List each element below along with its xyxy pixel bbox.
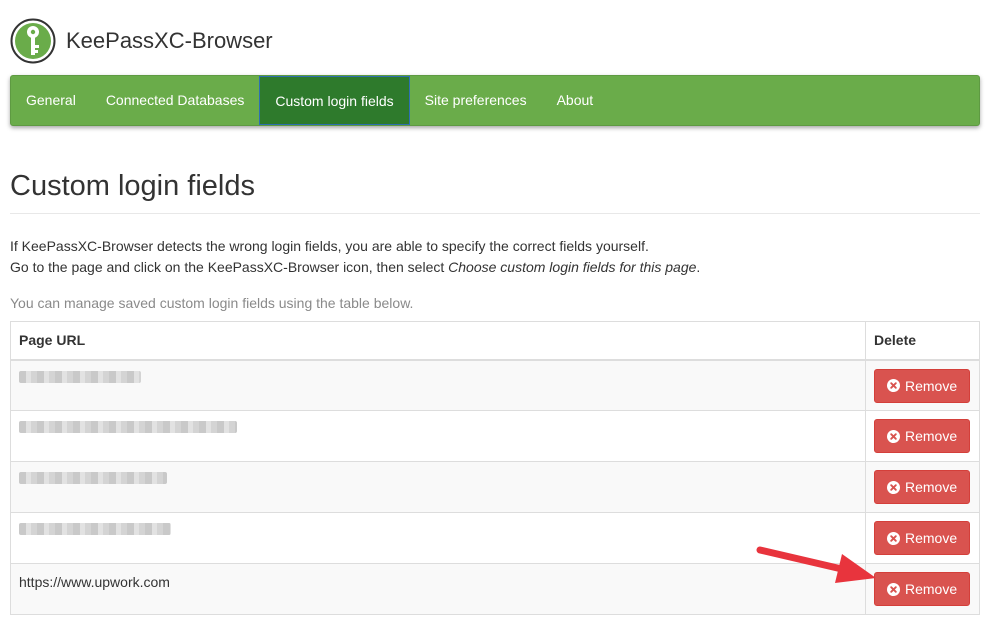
- remove-button-label: Remove: [905, 428, 958, 444]
- times-circle-icon: [887, 480, 900, 494]
- description-line-1: If KeePassXC-Browser detects the wrong l…: [10, 238, 649, 254]
- delete-cell: Remove: [865, 563, 980, 615]
- times-circle-icon: [887, 379, 900, 392]
- keepassxc-logo-icon: [10, 18, 56, 64]
- remove-button-label: Remove: [905, 530, 958, 546]
- delete-cell: Remove: [865, 410, 980, 462]
- blurred-url: [19, 421, 237, 433]
- remove-button[interactable]: Remove: [874, 470, 971, 504]
- remove-button[interactable]: Remove: [874, 419, 971, 453]
- app-title: KeePassXC-Browser: [66, 28, 273, 53]
- annotation-arrow: [756, 546, 876, 583]
- description-period: .: [696, 259, 701, 275]
- url-cell: https://www.upwork.com: [10, 563, 866, 615]
- remove-button[interactable]: Remove: [874, 368, 971, 403]
- description-menu-option: Choose custom login fields for this page: [448, 259, 697, 275]
- times-circle-icon: [887, 429, 900, 443]
- table-row: Remove: [10, 359, 980, 411]
- description-line-2-text: Go to the page and click on the KeePassX…: [10, 259, 449, 275]
- times-circle-icon: [887, 582, 900, 596]
- page-title: Custom login fields: [10, 170, 255, 202]
- main-navbar: General Connected Databases Custom login…: [10, 75, 980, 126]
- page-url-text: https://www.upwork.com: [19, 574, 170, 590]
- blurred-url: [19, 472, 167, 484]
- heading-divider: [10, 213, 980, 214]
- description-line-2: Go to the page and click on the KeePassX…: [10, 257, 700, 278]
- blurred-url: [19, 370, 141, 383]
- delete-cell: Remove: [865, 461, 980, 513]
- table-row: Remove: [10, 410, 980, 462]
- table-header-row: Page URL Delete: [10, 321, 980, 361]
- nav-tab-site-preferences[interactable]: Site preferences: [410, 76, 542, 125]
- nav-tab-general[interactable]: General: [11, 76, 91, 125]
- remove-button-label: Remove: [905, 377, 958, 394]
- remove-button[interactable]: Remove: [874, 521, 971, 555]
- nav-tab-about[interactable]: About: [542, 76, 609, 125]
- times-circle-icon: [887, 531, 900, 545]
- url-cell: [10, 512, 866, 564]
- url-cell: [10, 461, 866, 513]
- table-row: Remove: [10, 461, 980, 513]
- delete-cell: Remove: [865, 359, 980, 411]
- column-header-delete: Delete: [865, 321, 980, 361]
- nav-tab-custom-login-fields[interactable]: Custom login fields: [259, 76, 410, 125]
- delete-cell: Remove: [865, 512, 980, 564]
- page-description: If KeePassXC-Browser detects the wrong l…: [10, 236, 700, 278]
- column-header-page-url: Page URL: [10, 321, 866, 361]
- remove-button-label: Remove: [905, 479, 958, 495]
- url-cell: [10, 410, 866, 462]
- app-header: KeePassXC-Browser: [10, 17, 273, 65]
- url-cell: [10, 359, 866, 411]
- remove-button-label: Remove: [905, 581, 958, 597]
- manage-note: You can manage saved custom login fields…: [10, 295, 414, 311]
- nav-tab-connected-databases[interactable]: Connected Databases: [91, 76, 260, 125]
- blurred-url: [19, 523, 171, 535]
- remove-button-upwork[interactable]: Remove: [874, 572, 971, 606]
